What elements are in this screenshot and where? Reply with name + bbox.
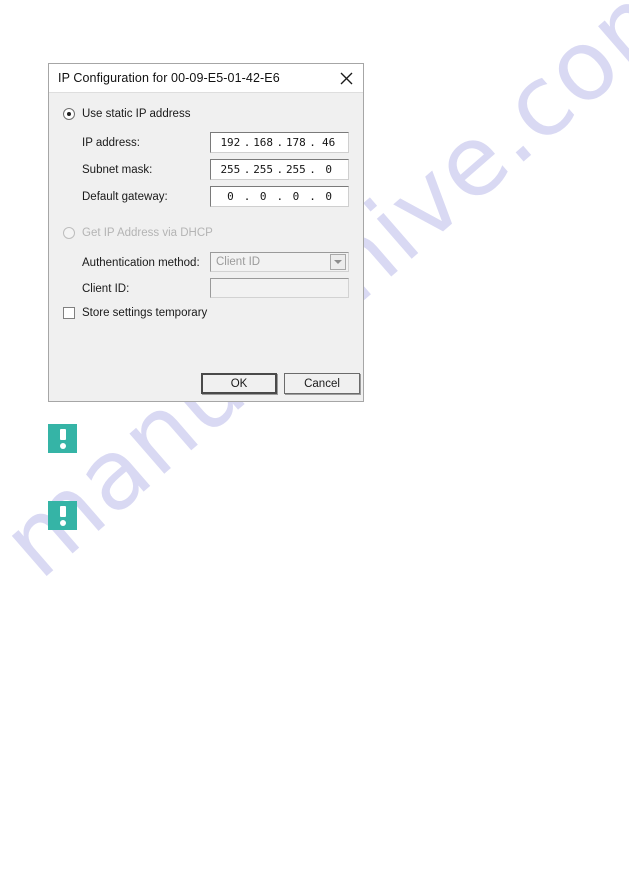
subnet-mask-octet-3: 255 <box>285 163 306 176</box>
exclamation-icon <box>48 424 77 453</box>
label-client-id: Client ID: <box>82 283 130 295</box>
ip-address-octet-2: 168 <box>253 136 274 149</box>
checkbox-indicator-store-settings <box>63 307 75 319</box>
dialog-title: IP Configuration for 00-09-E5-01-42-E6 <box>58 71 280 85</box>
input-ip-address[interactable]: 192 . 168 . 178 . 46 <box>210 132 349 153</box>
exclamation-glyph <box>59 505 66 526</box>
default-gateway-octet-2: 0 <box>259 190 267 203</box>
default-gateway-octet-3: 0 <box>292 190 300 203</box>
dialog-titlebar: IP Configuration for 00-09-E5-01-42-E6 <box>49 64 363 93</box>
label-ip-address: IP address: <box>82 137 140 149</box>
radio-get-ip-via-dhcp[interactable]: Get IP Address via DHCP <box>63 227 213 239</box>
radio-label-dhcp: Get IP Address via DHCP <box>82 227 213 239</box>
default-gateway-octet-1: 0 <box>227 190 234 203</box>
subnet-mask-octet-4: 0 <box>325 163 332 176</box>
exclamation-glyph <box>59 428 66 449</box>
authentication-method-value: Client ID <box>216 256 261 268</box>
default-gateway-octet-4: 0 <box>325 190 332 203</box>
ip-address-octet-1: 192 <box>220 136 241 149</box>
ip-address-octet-4: 46 <box>322 136 336 149</box>
ok-button[interactable]: OK <box>201 373 277 394</box>
label-subnet-mask: Subnet mask: <box>82 164 153 176</box>
radio-use-static-ip[interactable]: Use static IP address <box>63 108 190 120</box>
input-client-id[interactable] <box>210 278 349 298</box>
dialog-body: Use static IP address IP address: 192 . … <box>49 93 363 401</box>
checkbox-label-store-settings: Store settings temporary <box>82 307 208 319</box>
label-default-gateway: Default gateway: <box>82 191 168 203</box>
input-default-gateway[interactable]: 0 . 0 . 0 . 0 <box>210 186 349 207</box>
input-subnet-mask[interactable]: 255 . 255 . 255 . 0 <box>210 159 349 180</box>
checkbox-store-settings-temporary[interactable]: Store settings temporary <box>63 307 207 319</box>
cancel-button[interactable]: Cancel <box>284 373 360 394</box>
subnet-mask-octet-1: 255 <box>220 163 241 176</box>
radio-label-static-ip: Use static IP address <box>82 108 191 120</box>
close-icon[interactable] <box>329 64 363 92</box>
subnet-mask-octet-2: 255 <box>253 163 274 176</box>
select-authentication-method[interactable]: Client ID <box>210 252 349 272</box>
radio-indicator-static-ip <box>63 108 75 120</box>
ip-address-octet-3: 178 <box>285 136 306 149</box>
exclamation-icon <box>48 501 77 530</box>
label-authentication-method: Authentication method: <box>82 257 200 269</box>
radio-indicator-dhcp <box>63 227 75 239</box>
chevron-down-icon[interactable] <box>330 254 346 270</box>
ip-configuration-dialog: IP Configuration for 00-09-E5-01-42-E6 U… <box>48 63 364 402</box>
